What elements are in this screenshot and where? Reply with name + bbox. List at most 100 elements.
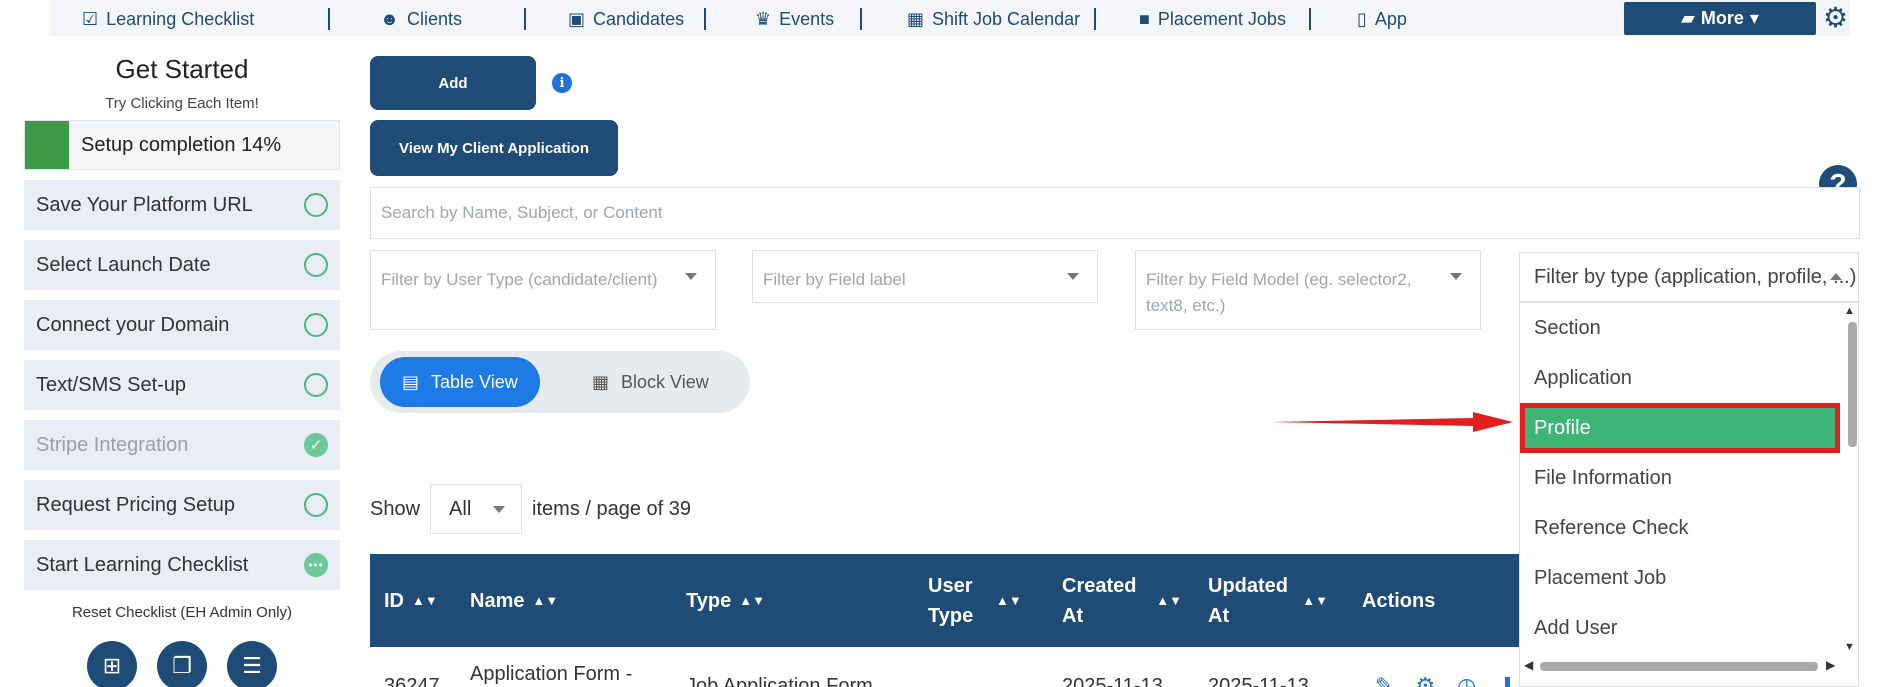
setup-progress: Setup completion 14% (24, 120, 340, 170)
nav-shift-job-calendar[interactable]: ▦ Shift Job Calendar (907, 5, 1080, 33)
sort-icon: ▲▼ (739, 592, 765, 608)
dropdown-option-section[interactable]: Section (1520, 303, 1840, 353)
cell-created: 2025-11-13 (1062, 675, 1163, 687)
dropdown-option-add-user[interactable]: Add User (1520, 603, 1840, 653)
reset-checklist-link[interactable]: Reset Checklist (EH Admin Only) (24, 604, 340, 621)
filter-field-model-select[interactable]: Filter by Field Model (eg. selector2, te… (1135, 250, 1481, 330)
book-icon[interactable]: ❐ (157, 641, 207, 687)
ellipsis-circle-icon: ••• (304, 553, 328, 577)
cell-id: 36247 (384, 675, 440, 687)
clients-icon: ☻ (380, 8, 399, 29)
checklist-item-label: Select Launch Date (36, 253, 211, 276)
nav-events[interactable]: ♛ Events (755, 5, 834, 33)
view-toggle: ▤ Table View ▦ Block View (370, 351, 750, 413)
dropdown-option-placement-job[interactable]: Placement Job (1520, 553, 1840, 603)
filter-placeholder: Filter by Field Model (eg. selector2, te… (1146, 270, 1412, 315)
caret-down-icon (1450, 273, 1462, 280)
filter-field-label-select[interactable]: Filter by Field label (752, 250, 1098, 303)
checklist-item-label: Stripe Integration (36, 433, 189, 456)
nav-divider (860, 8, 862, 30)
filter-type-select[interactable]: Filter by type (application, profile, ..… (1519, 252, 1859, 302)
block-view-button[interactable]: ▦ Block View (570, 357, 731, 407)
caret-up-icon (1830, 273, 1842, 280)
column-header-user-type[interactable]: User Type ▲▼ (928, 554, 1038, 647)
history-icon[interactable]: ◷ (1457, 673, 1476, 687)
sidebar-subtitle: Try Clicking Each Item! (105, 95, 259, 112)
column-header-type[interactable]: Type ▲▼ (686, 554, 765, 647)
filter-user-type-select[interactable]: Filter by User Type (candidate/client) (370, 250, 716, 330)
id-card-icon: ▣ (568, 8, 586, 29)
column-header-actions: Actions (1362, 554, 1435, 647)
settings-gear-icon[interactable]: ⚙ (1823, 4, 1851, 32)
dropdown-option-application[interactable]: Application (1520, 353, 1840, 403)
block-view-label: Block View (621, 371, 709, 392)
tasks-icon[interactable]: ☰ (227, 641, 277, 687)
nav-divider (328, 8, 330, 30)
header-label: Type (686, 589, 732, 612)
header-label: Name (470, 589, 525, 612)
scroll-up-arrow-icon[interactable]: ▲ (1844, 305, 1855, 317)
table-header: ID ▲▼ Name ▲▼ Type ▲▼ User Type ▲▼ Creat… (370, 554, 1530, 647)
checklist-item-launch-date[interactable]: Select Launch Date (24, 240, 340, 290)
nav-divider (1309, 8, 1311, 30)
download-icon[interactable]: ⬇ (1498, 673, 1516, 687)
settings-gear-icon[interactable]: ⚙ (1415, 673, 1435, 687)
sitemap-icon[interactable]: ⊞ (87, 641, 137, 687)
checklist-item-label: Start Learning Checklist (36, 553, 249, 576)
column-header-name[interactable]: Name ▲▼ (470, 554, 558, 647)
column-header-id[interactable]: ID ▲▼ (384, 554, 438, 647)
chat-icon: ▰ (1681, 8, 1695, 28)
more-button[interactable]: ▰ More ▾ (1624, 2, 1816, 35)
nav-label: Events (779, 8, 835, 29)
nav-candidates[interactable]: ▣ Candidates (568, 5, 684, 33)
sort-icon: ▲▼ (1156, 592, 1182, 608)
scroll-right-arrow-icon[interactable]: ▶ (1826, 658, 1835, 672)
checklist-item-label: Save Your Platform URL (36, 193, 253, 216)
nav-clients[interactable]: ☻ Clients (380, 5, 462, 33)
caret-down-icon (493, 505, 506, 513)
progress-fill (25, 121, 69, 169)
checklist-item-platform-url[interactable]: Save Your Platform URL (24, 180, 340, 230)
checklist-item-domain[interactable]: Connect your Domain (24, 300, 340, 350)
checklist-item-learning[interactable]: Start Learning Checklist ••• (24, 540, 340, 590)
horizontal-scrollbar-thumb[interactable] (1540, 662, 1818, 671)
pending-circle-icon (304, 253, 328, 277)
sidebar-icon-row: ⊞ ❐ ☰ (24, 641, 340, 687)
nav-divider (704, 8, 706, 30)
scroll-left-arrow-icon[interactable]: ◀ (1524, 658, 1533, 672)
info-icon[interactable]: i (552, 73, 572, 93)
nav-placement-jobs[interactable]: ■ Placement Jobs (1139, 5, 1286, 33)
edit-pencil-icon[interactable]: ✎ (1375, 673, 1393, 687)
table-row[interactable]: 36247 Application Form - Job Application… (370, 647, 1556, 687)
filter-placeholder: Filter by User Type (candidate/client) (381, 270, 658, 289)
dropdown-option-reference-check[interactable]: Reference Check (1520, 503, 1840, 553)
sort-icon: ▲▼ (1302, 592, 1328, 608)
search-input[interactable] (370, 187, 1860, 239)
scroll-down-arrow-icon[interactable]: ▼ (1844, 641, 1855, 653)
checklist-item-sms[interactable]: Text/SMS Set-up (24, 360, 340, 410)
pending-circle-icon (304, 493, 328, 517)
dropdown-option-file-information[interactable]: File Information (1520, 453, 1840, 503)
vertical-scrollbar-thumb[interactable] (1848, 322, 1857, 447)
pending-circle-icon (304, 193, 328, 217)
grid-icon: ▦ (592, 371, 610, 392)
page-size-select[interactable]: All (430, 484, 523, 534)
add-button[interactable]: Add (370, 56, 536, 110)
column-header-updated-at[interactable]: Updated At ▲▼ (1208, 554, 1328, 647)
sidebar-title: Get Started (115, 54, 249, 84)
pending-circle-icon (304, 313, 328, 337)
nav-label: Candidates (593, 8, 685, 29)
nav-app[interactable]: ▯ App (1357, 5, 1407, 33)
sort-icon: ▲▼ (532, 592, 559, 608)
cell-updated: 2025-11-13 (1208, 675, 1309, 687)
dropdown-option-profile[interactable]: Profile (1520, 403, 1840, 453)
checklist-item-stripe[interactable]: Stripe Integration ✓ (24, 420, 340, 470)
view-client-application-button[interactable]: View My Client Application (370, 120, 618, 176)
column-header-created-at[interactable]: Created At ▲▼ (1062, 554, 1182, 647)
nav-label: Clients (406, 8, 462, 29)
nav-learning-checklist[interactable]: ☑ Learning Checklist (82, 5, 254, 33)
table-view-button[interactable]: ▤ Table View (380, 357, 540, 407)
check-circle-icon: ✓ (304, 433, 328, 457)
checklist-item-pricing[interactable]: Request Pricing Setup (24, 480, 340, 530)
header-label: ID (384, 589, 404, 612)
